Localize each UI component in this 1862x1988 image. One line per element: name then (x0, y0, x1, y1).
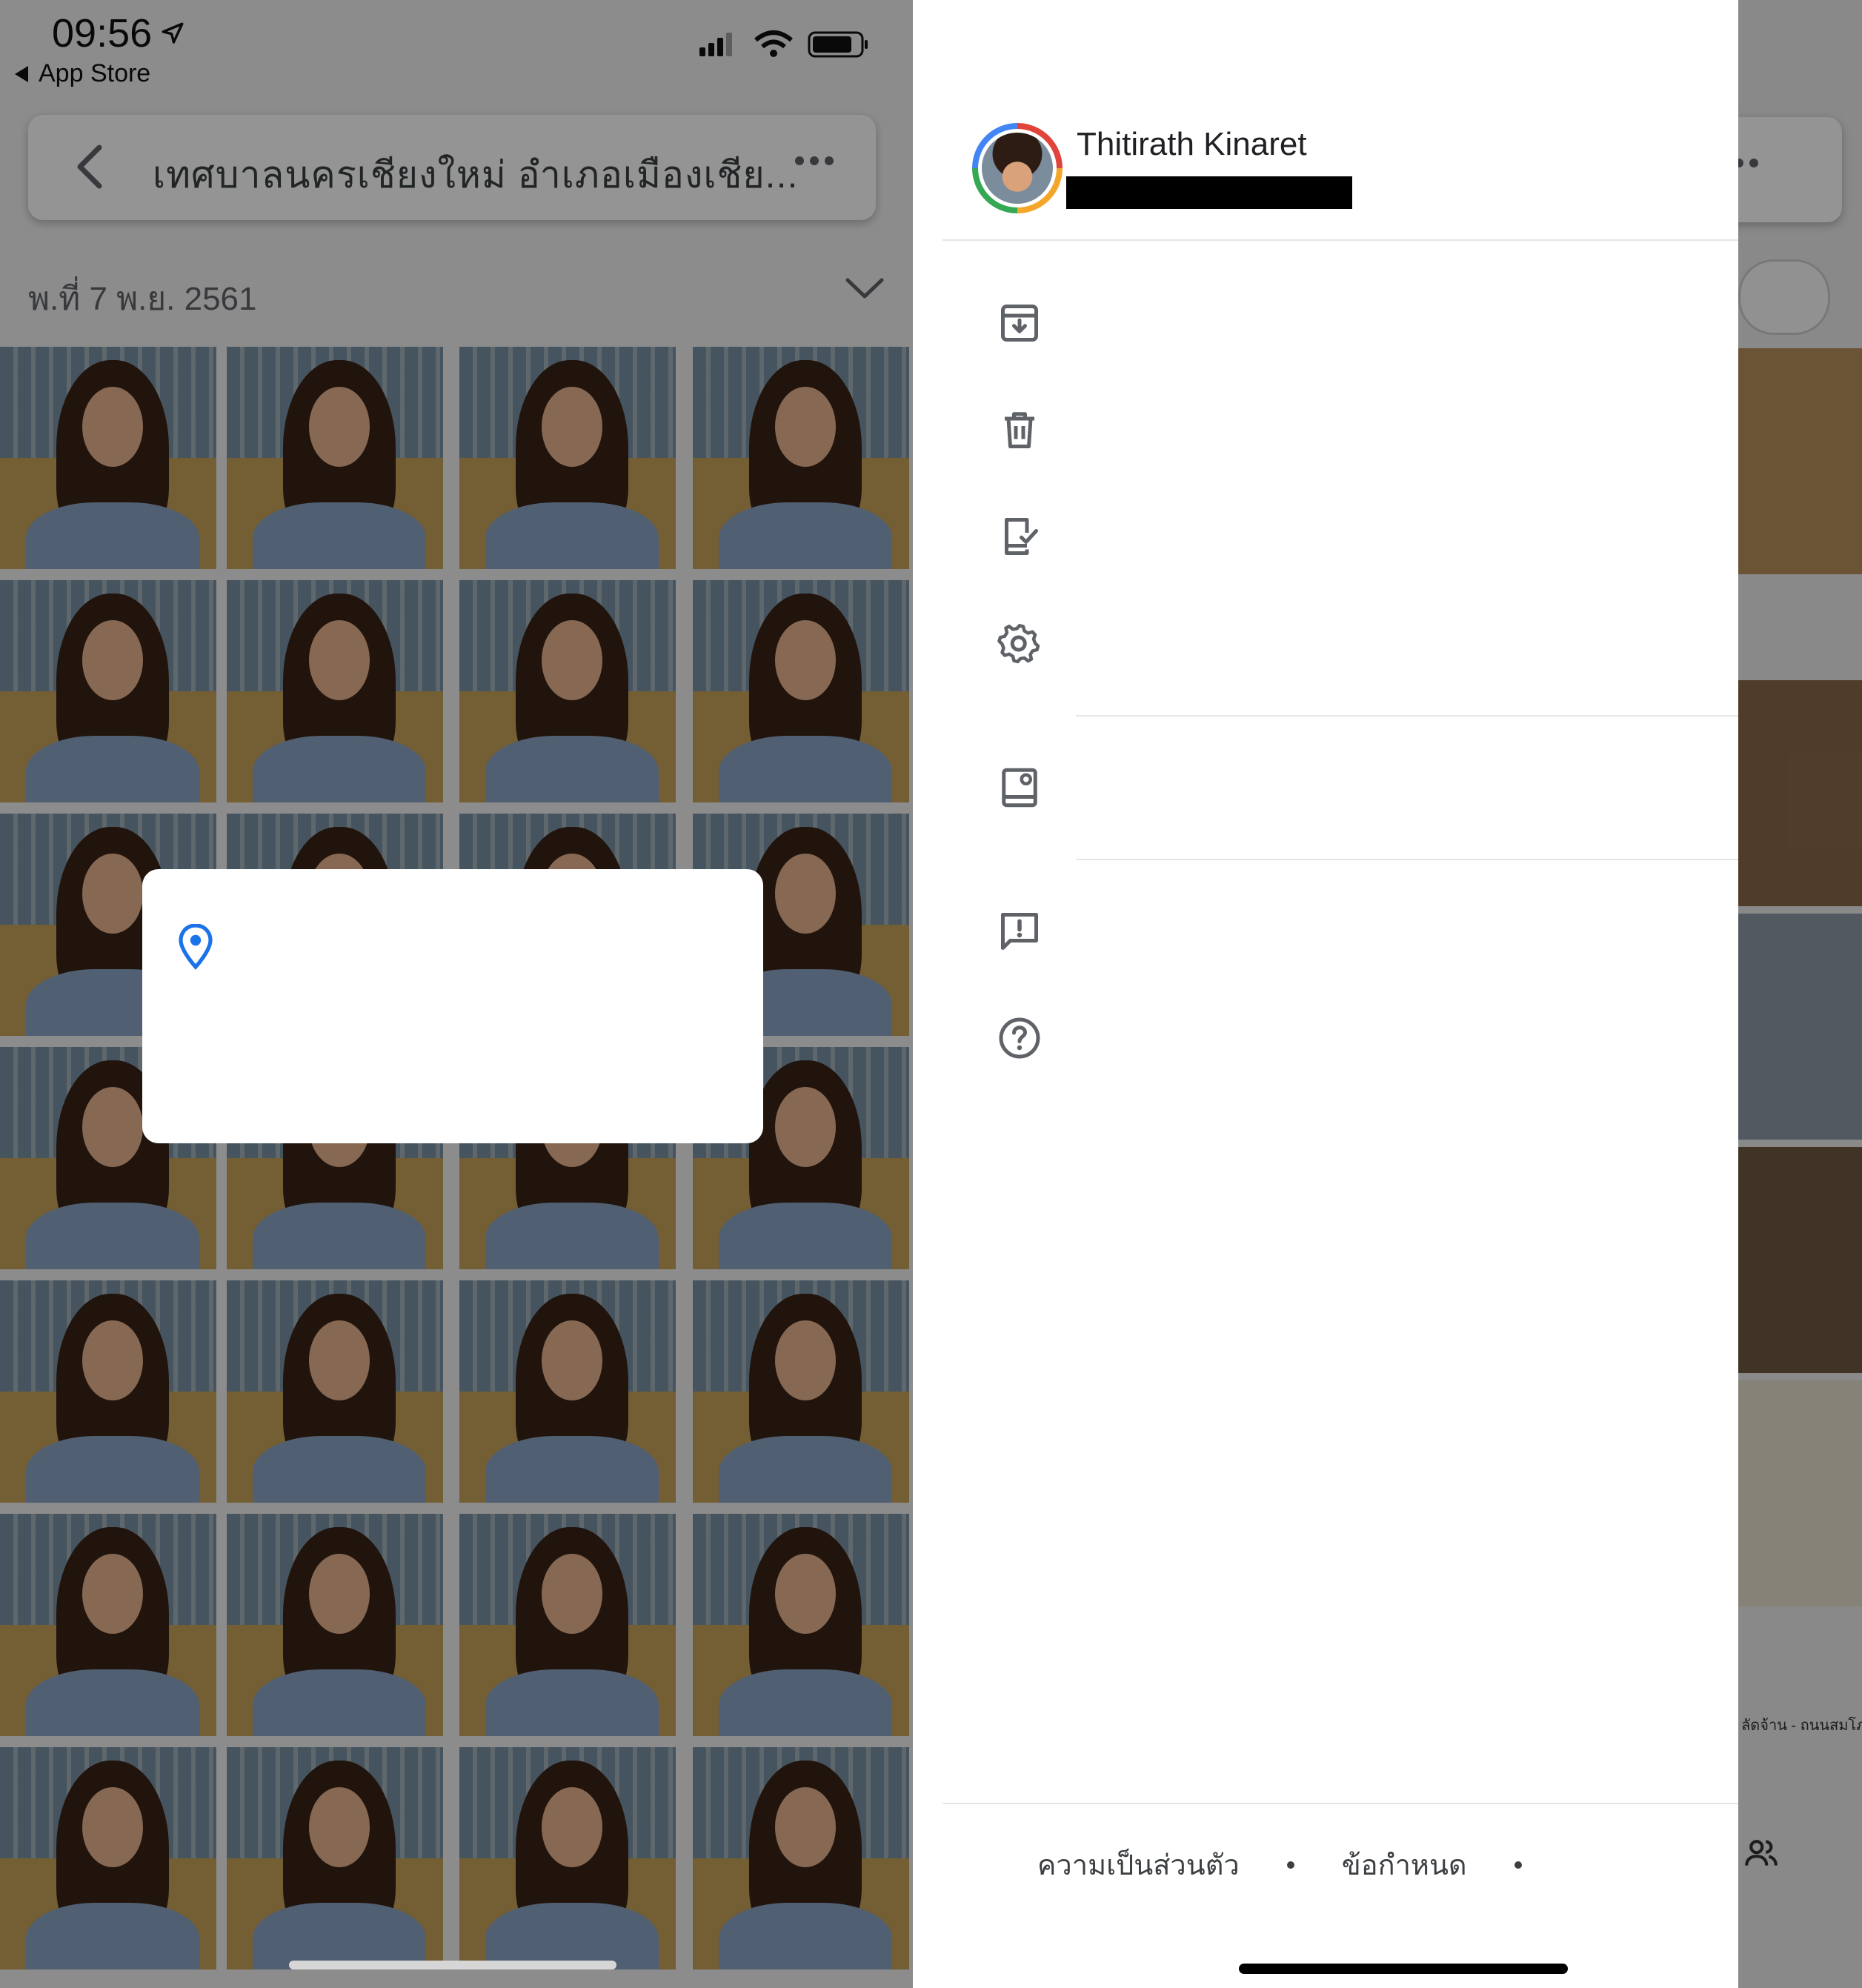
menu-item-archive[interactable] (913, 271, 1738, 375)
menu-item-trash[interactable] (913, 378, 1738, 482)
help-icon (999, 1017, 1040, 1059)
redacted-email (1066, 176, 1352, 209)
photos-background-screen: 09:56 App Store เทศบาลนครเชียงใหม่ อำเภอ… (0, 0, 913, 1988)
location-pin-icon (179, 924, 213, 970)
location-info-card (142, 869, 763, 1143)
account-drawer: Thitirath Kinaret ความเป็นส่วนตัว ข้อกำห… (913, 0, 1738, 1988)
underlying-screen-peek[interactable]: ลัดจ้าน - ถนนสมโภช (1738, 0, 1862, 1988)
divider (1076, 715, 1738, 717)
menu-item-help[interactable] (913, 986, 1738, 1090)
home-indicator (1239, 1964, 1568, 1974)
divider (1076, 859, 1738, 860)
avatar[interactable] (972, 123, 1063, 213)
account-name: Thitirath Kinaret (1077, 126, 1307, 162)
photo-frame-icon (1002, 768, 1037, 808)
archive-icon (1001, 305, 1038, 342)
divider (942, 1803, 1738, 1804)
home-indicator (289, 1961, 616, 1969)
menu-item-feedback[interactable] (913, 880, 1738, 983)
privacy-link[interactable]: ความเป็นส่วนตัว (1037, 1842, 1240, 1887)
separator-dot (1286, 1861, 1294, 1869)
footer-links: ความเป็นส่วนตัว ข้อกำหนด (1037, 1842, 1569, 1887)
menu-item-settings[interactable] (913, 591, 1738, 695)
menu-item-free-up-space[interactable] (913, 485, 1738, 588)
menu-item-photo-books[interactable] (913, 736, 1738, 840)
gear-icon (997, 624, 1040, 664)
feedback-icon (1001, 913, 1038, 950)
dim-overlay (1738, 0, 1862, 1988)
divider (942, 239, 1738, 241)
trash-icon (1005, 412, 1034, 448)
device-check-icon (1005, 518, 1038, 555)
terms-link[interactable]: ข้อกำหนด (1342, 1842, 1467, 1887)
separator-dot (1514, 1861, 1522, 1869)
